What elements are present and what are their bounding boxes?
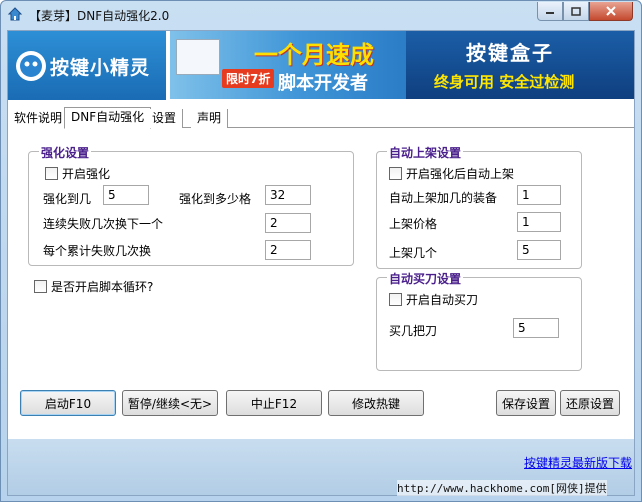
logo-text: 按键小精灵 [50, 57, 151, 79]
cells-input[interactable] [265, 185, 311, 205]
discount-tag: 限时7折 [222, 69, 275, 88]
maximize-icon [571, 6, 581, 16]
start-button[interactable]: 启动F10 [20, 390, 116, 416]
tab-instructions[interactable]: 软件说明 [8, 109, 70, 128]
minimize-button[interactable] [537, 2, 563, 21]
auto-list-group: 自动上架设置 开启强化后自动上架 自动上架加几的装备 上架价格 上架几个 [376, 144, 582, 269]
enable-strengthen-label: 开启强化 [62, 167, 111, 181]
auto-buy-checkbox[interactable]: 开启自动买刀 [389, 291, 478, 308]
fail-switch-label: 连续失败几次换下一个 [43, 217, 164, 231]
level-label: 强化到几 [43, 192, 92, 206]
minimize-icon [546, 12, 554, 14]
cells-label: 强化到多少格 [179, 192, 252, 206]
ad-headline: 一个月速成 [254, 41, 374, 69]
site-watermark: http://www.hackhome.com[网侠]提供 [397, 480, 607, 496]
checkbox-box[interactable] [34, 280, 47, 293]
cumulative-fail-input[interactable] [265, 240, 311, 260]
loop-script-label: 是否开启脚本循环? [51, 280, 154, 294]
auto-buy-enable-label: 开启自动买刀 [406, 293, 479, 307]
auto-list-checkbox[interactable]: 开启强化后自动上架 [389, 165, 514, 182]
restore-settings-button[interactable]: 还原设置 [560, 390, 620, 416]
app-house-icon [7, 7, 23, 21]
ad-box-subline: 终身可用 安全过检测 [434, 73, 575, 91]
checkbox-box[interactable] [389, 167, 402, 180]
list-price-label: 上架价格 [389, 217, 438, 231]
checkbox-box[interactable] [389, 293, 402, 306]
tab-declaration[interactable]: 声明 [191, 109, 229, 128]
auto-list-enable-label: 开启强化后自动上架 [406, 167, 515, 181]
list-count-input[interactable] [517, 240, 561, 260]
level-input[interactable] [103, 185, 149, 205]
ad-subline: 脚本开发者 [278, 73, 368, 94]
tab-settings[interactable]: 设置 [146, 109, 184, 128]
tab-bar: 软件说明 DNF自动强化 设置 声明 [8, 107, 634, 129]
window-title: 【麦芽】DNF自动强化2.0 [29, 9, 170, 23]
close-icon [606, 6, 616, 16]
strengthen-group: 强化设置 开启强化 强化到几 强化到多少格 连续失败几次换下一个 每个累计失败几… [28, 144, 354, 266]
list-count-label: 上架几个 [389, 246, 438, 260]
maximize-button[interactable] [563, 2, 589, 21]
list-price-input[interactable] [517, 212, 561, 232]
spirit-logo-icon [16, 51, 46, 81]
ad-banner-course[interactable]: 限时7折 一个月速成 脚本开发者 [170, 31, 406, 99]
title-bar[interactable]: 【麦芽】DNF自动强化2.0 [1, 1, 641, 29]
tab-dnf-strengthen[interactable]: DNF自动强化 [64, 107, 152, 129]
auto-list-group-title: 自动上架设置 [387, 144, 464, 161]
edit-hotkey-button[interactable]: 修改热键 [328, 390, 424, 416]
ad-box-title: 按键盒子 [466, 41, 554, 65]
strengthen-group-title: 强化设置 [39, 144, 92, 161]
list-plus-input[interactable] [517, 185, 561, 205]
loop-script-checkbox[interactable]: 是否开启脚本循环? [34, 278, 153, 295]
product-box-image [176, 39, 220, 75]
ad-banner-box[interactable]: 按键盒子 终身可用 安全过检测 [406, 31, 634, 99]
fail-switch-input[interactable] [265, 213, 311, 233]
pause-resume-button[interactable]: 暂停/继续<无> [122, 390, 218, 416]
checkbox-box[interactable] [45, 167, 58, 180]
save-settings-button[interactable]: 保存设置 [496, 390, 556, 416]
close-button[interactable] [589, 2, 633, 21]
auto-buy-group-title: 自动买刀设置 [387, 270, 464, 287]
auto-buy-group: 自动买刀设置 开启自动买刀 买几把刀 [376, 270, 582, 371]
client-area: 按键小精灵 限时7折 一个月速成 脚本开发者 按键盒子 终身可用 安全过检测 软… [7, 30, 635, 496]
list-plus-label: 自动上架加几的装备 [389, 191, 498, 205]
enable-strengthen-checkbox[interactable]: 开启强化 [45, 165, 110, 182]
brand-logo[interactable]: 按键小精灵 [8, 31, 166, 100]
banner: 按键小精灵 限时7折 一个月速成 脚本开发者 按键盒子 终身可用 安全过检测 [8, 31, 634, 100]
download-link[interactable]: 按键精灵最新版下载 [524, 454, 632, 471]
buy-count-input[interactable] [513, 318, 559, 338]
buy-count-label: 买几把刀 [389, 324, 438, 338]
app-window: 【麦芽】DNF自动强化2.0 按键小精灵 限时7折 一个月速成 脚本开发者 按键… [0, 0, 642, 502]
stop-button[interactable]: 中止F12 [226, 390, 322, 416]
cumulative-fail-label: 每个累计失败几次换 [43, 244, 152, 258]
